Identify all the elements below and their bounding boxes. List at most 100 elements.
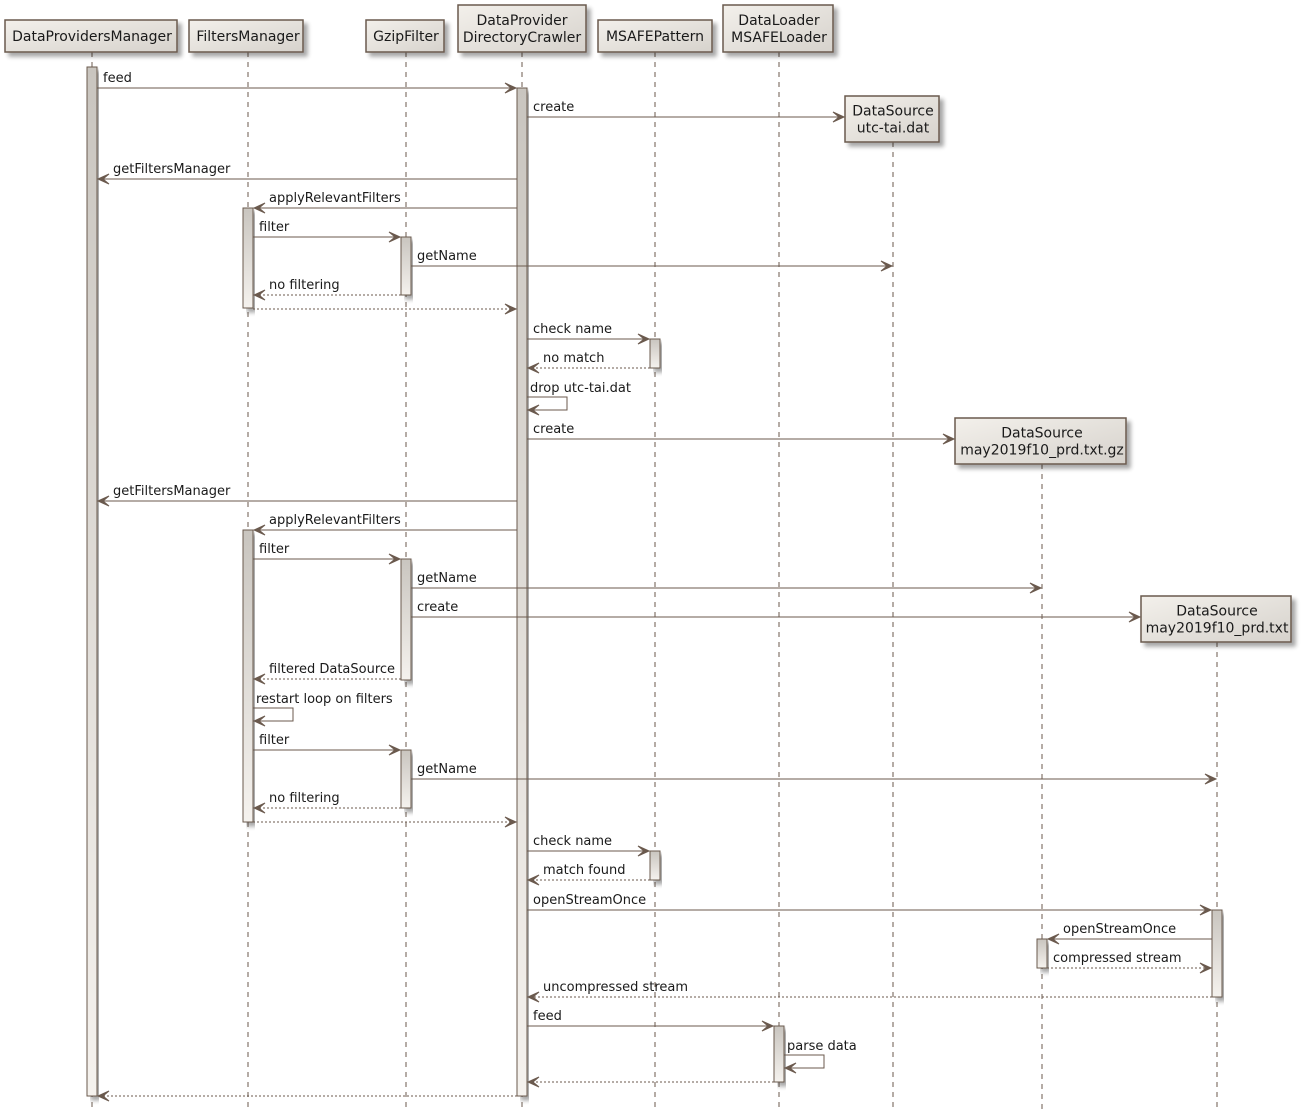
message-label: filter — [259, 733, 290, 748]
participant-ml[interactable]: DataLoaderMSAFELoader — [722, 4, 834, 53]
message-call[interactable]: feed — [97, 71, 518, 94]
arrow-head-icon — [526, 991, 540, 1003]
sequence-diagram: DataProvidersManager FiltersManager GzipFi… — [4, 4, 1292, 1112]
activation-bar-gz — [400, 558, 412, 681]
message-call[interactable]: getFiltersManager — [96, 484, 517, 507]
participant-dpm[interactable]: DataProvidersManager — [4, 19, 178, 53]
participant-gz[interactable]: GzipFilter — [365, 19, 445, 53]
message-return[interactable]: uncompressed stream — [526, 980, 1212, 1003]
message-label: applyRelevantFilters — [269, 513, 401, 528]
message-self-call[interactable]: drop utc-tai.dat — [526, 381, 631, 416]
activation-bar-ds3 — [1211, 909, 1223, 998]
message-label: create — [533, 100, 574, 115]
participant-label: MSAFELoader — [731, 30, 827, 46]
message-return[interactable]: filtered DataSource — [252, 662, 401, 685]
message-label: filter — [259, 542, 290, 557]
message-label: check name — [533, 834, 612, 849]
message-call[interactable]: getName — [411, 249, 894, 272]
message-label: getFiltersManager — [113, 162, 231, 177]
participant-label: DataSource — [852, 104, 934, 120]
message-call[interactable]: getName — [411, 762, 1218, 785]
message-label: check name — [533, 322, 612, 337]
message-label: match found — [543, 863, 626, 878]
message-call[interactable]: filter — [253, 733, 402, 756]
message-label: drop utc-tai.dat — [530, 381, 631, 396]
message-label: getName — [417, 571, 477, 586]
message-label: openStreamOnce — [533, 893, 646, 908]
message-call[interactable]: check name — [527, 834, 651, 857]
participant-dc[interactable]: DataProviderDirectoryCrawler — [457, 4, 587, 53]
participant-ds2[interactable]: DataSourcemay2019f10_prd.txt.gz — [954, 417, 1127, 465]
message-return[interactable] — [253, 816, 518, 828]
activation-bar-fm — [242, 529, 254, 823]
message-label: no filtering — [269, 791, 340, 806]
activation-bar-gz — [400, 236, 412, 296]
message-label: openStreamOnce — [1063, 922, 1176, 937]
participant-label: FiltersManager — [196, 29, 300, 45]
participant-label: MSAFEPattern — [606, 29, 704, 45]
message-label: no match — [543, 351, 604, 366]
message-label: feed — [103, 71, 132, 86]
message-label: filter — [259, 220, 290, 235]
activation-bar-fm — [242, 207, 254, 309]
participant-headers: DataProvidersManager FiltersManager GzipFi… — [4, 4, 1292, 643]
message-label: restart loop on filters — [256, 692, 393, 707]
participant-label: DirectoryCrawler — [463, 30, 582, 46]
activation-bar-gz — [400, 749, 412, 809]
message-call[interactable]: openStreamOnce — [527, 893, 1213, 916]
message-call[interactable]: feed — [527, 1009, 775, 1032]
activation-bar-dpm — [86, 66, 98, 1097]
messages: feed create getFiltersManager applyRelevant… — [96, 71, 1218, 1102]
message-call[interactable]: create — [527, 422, 956, 445]
message-return[interactable] — [526, 1076, 774, 1088]
participant-label: DataLoader — [738, 13, 820, 29]
participant-ds1[interactable]: DataSourceutc-tai.dat — [844, 95, 940, 143]
participant-label: GzipFilter — [373, 29, 439, 45]
activation-bar-ml — [773, 1025, 785, 1083]
message-return[interactable]: no filtering — [252, 791, 401, 814]
message-label: parse data — [787, 1039, 857, 1054]
participant-label: DataProvidersManager — [12, 29, 172, 45]
message-label: filtered DataSource — [269, 662, 395, 677]
message-call[interactable]: getName — [411, 571, 1043, 594]
message-call[interactable]: create — [527, 100, 846, 123]
message-return[interactable]: compressed stream — [1047, 951, 1213, 974]
message-label: no filtering — [269, 278, 340, 293]
message-call[interactable]: filter — [253, 220, 402, 243]
message-label: create — [417, 600, 458, 615]
message-label: getFiltersManager — [113, 484, 231, 499]
message-return[interactable] — [253, 303, 518, 315]
message-call[interactable]: openStreamOnce — [1046, 922, 1212, 945]
participant-label: DataSource — [1001, 426, 1083, 442]
activation-bar-mp — [649, 338, 661, 369]
participant-label: DataProvider — [476, 13, 567, 29]
participant-mp[interactable]: MSAFEPattern — [597, 19, 713, 53]
message-return[interactable] — [96, 1090, 517, 1102]
message-label: create — [533, 422, 574, 437]
message-label: compressed stream — [1053, 951, 1182, 966]
message-label: applyRelevantFilters — [269, 191, 401, 206]
message-call[interactable]: check name — [527, 322, 651, 345]
message-self-call[interactable]: restart loop on filters — [252, 692, 393, 727]
message-label: getName — [417, 762, 477, 777]
message-self-call[interactable]: parse data — [783, 1039, 857, 1074]
activation-bars — [86, 66, 1223, 1097]
message-call[interactable]: filter — [253, 542, 402, 565]
message-label: feed — [533, 1009, 562, 1024]
message-call[interactable]: getFiltersManager — [96, 162, 517, 185]
activation-bar-mp — [649, 850, 661, 881]
participant-label: utc-tai.dat — [857, 121, 930, 137]
participant-label: may2019f10_prd.txt — [1146, 621, 1289, 637]
participant-ds3[interactable]: DataSourcemay2019f10_prd.txt — [1140, 595, 1292, 643]
participant-fm[interactable]: FiltersManager — [188, 19, 304, 53]
message-label: uncompressed stream — [543, 980, 688, 995]
message-call[interactable]: applyRelevantFilters — [252, 191, 517, 214]
message-return[interactable]: no match — [526, 351, 650, 374]
message-label: getName — [417, 249, 477, 264]
activation-bar-dc — [516, 87, 528, 1097]
participant-label: DataSource — [1176, 604, 1258, 620]
participant-label: may2019f10_prd.txt.gz — [960, 443, 1124, 459]
message-return[interactable]: no filtering — [252, 278, 401, 301]
message-return[interactable]: match found — [526, 863, 650, 886]
message-call[interactable]: applyRelevantFilters — [252, 513, 517, 536]
